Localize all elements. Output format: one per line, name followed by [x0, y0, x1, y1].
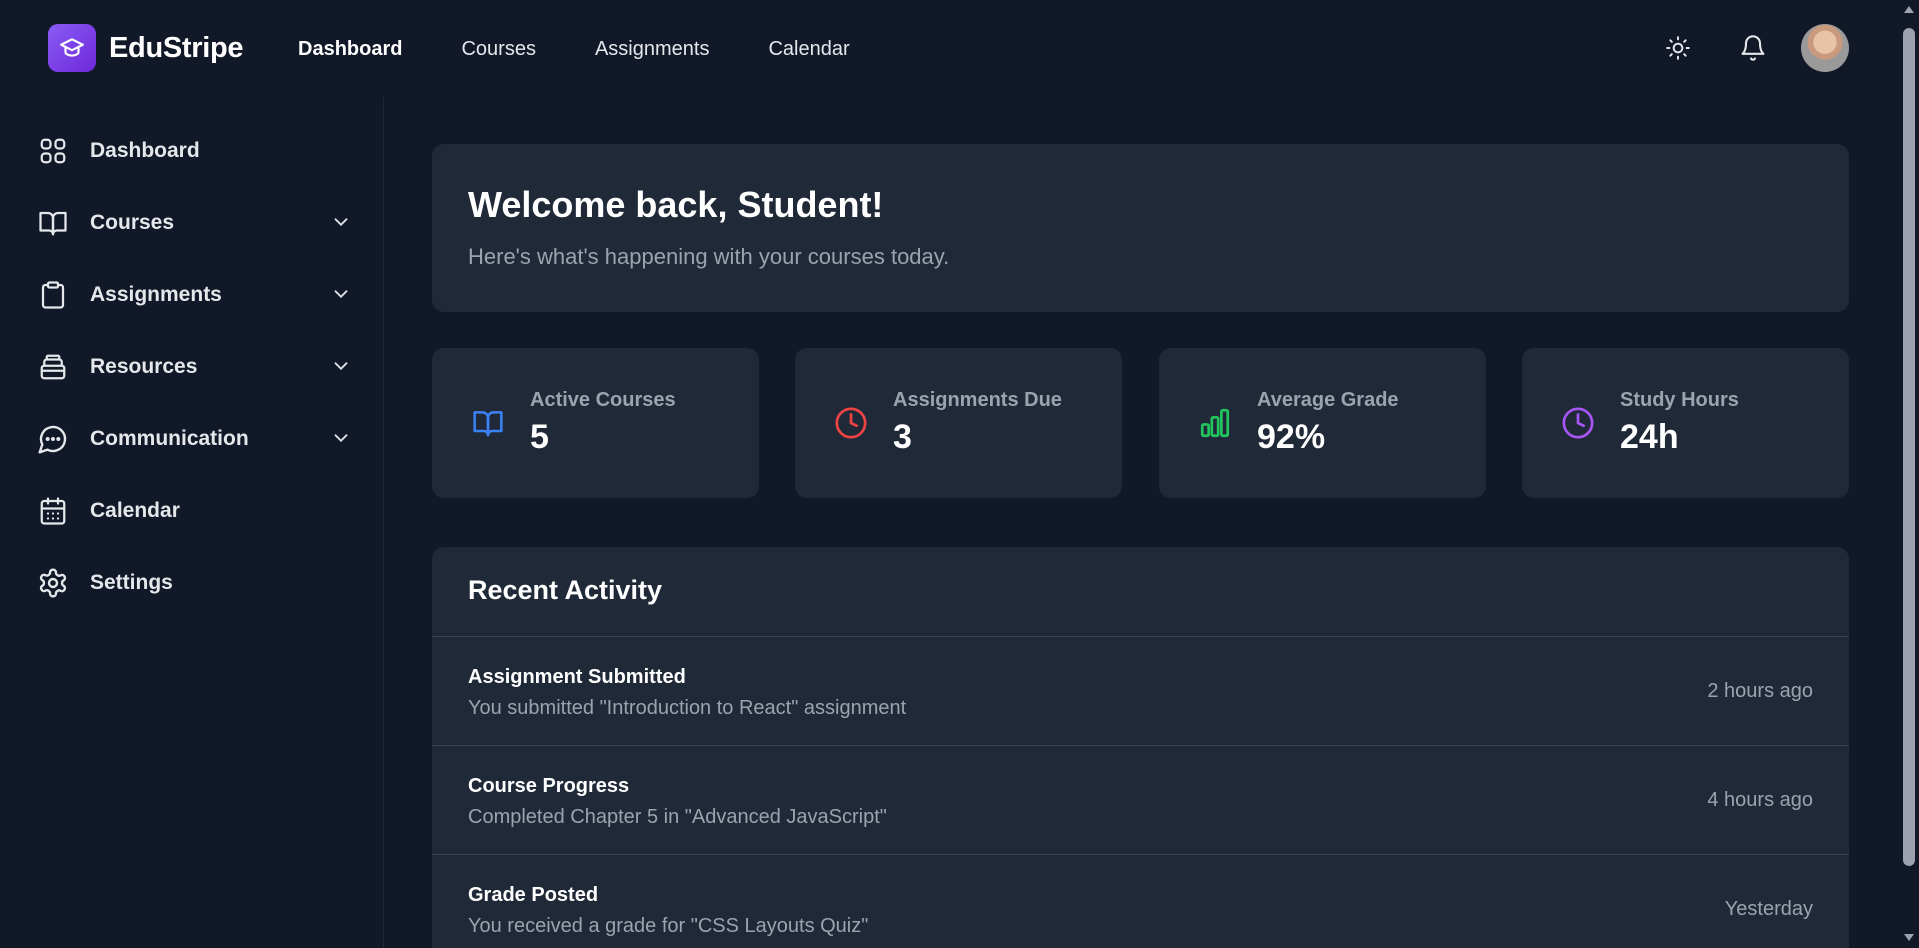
- sidebar-item-communication[interactable]: Communication: [36, 415, 352, 463]
- stat-card-average-grade: Average Grade 92%: [1159, 348, 1486, 498]
- scrollbar-thumb[interactable]: [1903, 28, 1915, 866]
- activity-time: 4 hours ago: [1707, 789, 1813, 811]
- sidebar-item-label: Settings: [90, 571, 173, 594]
- sidebar-item-settings[interactable]: Settings: [36, 559, 352, 607]
- brand[interactable]: EduStripe: [48, 24, 244, 72]
- book-open-icon: [36, 206, 70, 240]
- page-title: Welcome back, Student!: [468, 184, 884, 225]
- recent-activity-title: Recent Activity: [468, 575, 663, 605]
- sidebar-item-label: Dashboard: [90, 139, 200, 162]
- activity-description: You received a grade for "CSS Layouts Qu…: [468, 915, 869, 937]
- stat-value: 5: [530, 418, 549, 456]
- topnav-assignments[interactable]: Assignments: [595, 38, 710, 61]
- topnav-dashboard[interactable]: Dashboard: [298, 38, 402, 61]
- chat-icon: [36, 422, 70, 456]
- book-open-icon: [468, 403, 508, 443]
- clock-icon: [1558, 403, 1598, 443]
- stat-value: 92%: [1257, 418, 1326, 456]
- sidebar-item-resources[interactable]: Resources: [36, 343, 352, 391]
- bar-chart-icon: [1195, 403, 1235, 443]
- top-bar: EduStripe Dashboard Courses Assignments …: [0, 0, 1900, 97]
- app-root: EduStripe Dashboard Courses Assignments …: [0, 0, 1919, 948]
- grid-icon: [36, 134, 70, 168]
- list-item[interactable]: Course Progress Completed Chapter 5 in "…: [432, 746, 1849, 855]
- activity-description: Completed Chapter 5 in "Advanced JavaScr…: [468, 806, 887, 828]
- activity-title: Grade Posted: [468, 884, 599, 906]
- stat-label: Assignments Due: [893, 389, 1062, 411]
- sidebar-item-label: Communication: [90, 427, 249, 450]
- sidebar-item-label: Courses: [90, 211, 175, 234]
- archive-icon: [36, 350, 70, 384]
- chevron-down-icon: [334, 434, 348, 443]
- sidebar-item-label: Calendar: [90, 499, 180, 522]
- stat-card-assignments-due: Assignments Due 3: [795, 348, 1122, 498]
- activity-title: Assignment Submitted: [468, 666, 686, 688]
- stat-card-study-hours: Study Hours 24h: [1522, 348, 1849, 498]
- user-avatar[interactable]: [1801, 24, 1849, 72]
- calendar-icon: [36, 494, 70, 528]
- top-nav: Dashboard Courses Assignments Calendar: [298, 38, 909, 61]
- welcome-card: Welcome back, Student! Here's what's hap…: [432, 144, 1849, 312]
- topnav-calendar[interactable]: Calendar: [768, 38, 849, 61]
- graduation-cap-icon: [48, 24, 96, 72]
- chevron-down-icon: [334, 290, 348, 299]
- scroll-down-arrow-icon[interactable]: [1904, 934, 1914, 941]
- sidebar-item-calendar[interactable]: Calendar: [36, 487, 352, 535]
- activity-description: You submitted "Introduction to React" as…: [468, 697, 907, 719]
- scroll-up-arrow-icon[interactable]: [1904, 6, 1914, 13]
- gear-icon: [36, 566, 70, 600]
- welcome-subtitle: Here's what's happening with your course…: [468, 244, 950, 269]
- sidebar: Dashboard Courses Assignments Resources …: [0, 97, 384, 948]
- sidebar-item-courses[interactable]: Courses: [36, 199, 352, 247]
- notifications-button[interactable]: [1729, 24, 1777, 72]
- stat-value: 24h: [1620, 418, 1679, 456]
- activity-title: Course Progress: [468, 775, 630, 797]
- sidebar-item-assignments[interactable]: Assignments: [36, 271, 352, 319]
- clipboard-icon: [36, 278, 70, 312]
- stat-label: Study Hours: [1620, 389, 1739, 411]
- list-item[interactable]: Grade Posted You received a grade for "C…: [432, 855, 1849, 948]
- list-item[interactable]: Assignment Submitted You submitted "Intr…: [432, 637, 1849, 746]
- sidebar-item-label: Resources: [90, 355, 198, 378]
- stat-label: Active Courses: [530, 389, 676, 411]
- stat-value: 3: [893, 418, 912, 456]
- bell-icon: [1741, 35, 1765, 61]
- chevron-down-icon: [334, 362, 348, 371]
- clock-icon: [831, 403, 871, 443]
- sun-icon: [1666, 36, 1690, 60]
- stat-card-active-courses: Active Courses 5: [432, 348, 759, 498]
- brand-name: EduStripe: [109, 31, 244, 64]
- stat-label: Average Grade: [1257, 389, 1399, 411]
- chevron-down-icon: [334, 218, 348, 227]
- activity-time: Yesterday: [1724, 898, 1813, 920]
- topnav-courses[interactable]: Courses: [461, 38, 535, 61]
- sidebar-item-dashboard[interactable]: Dashboard: [36, 127, 352, 175]
- theme-toggle-button[interactable]: [1654, 24, 1702, 72]
- sidebar-item-label: Assignments: [90, 283, 222, 306]
- activity-time: 2 hours ago: [1707, 680, 1813, 702]
- recent-activity-card: Recent Activity Assignment Submitted You…: [432, 547, 1849, 948]
